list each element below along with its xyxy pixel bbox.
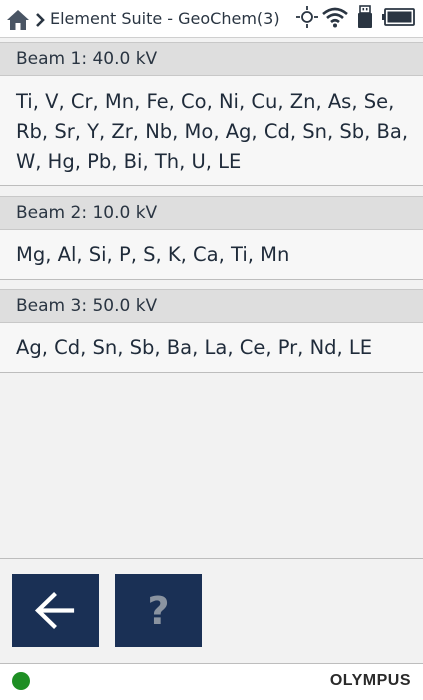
chevron-right-icon (36, 13, 45, 27)
svg-text:?: ? (147, 589, 169, 633)
home-icon[interactable] (6, 9, 30, 31)
footer-bar: OLYMPUS (0, 663, 423, 700)
help-question-icon: ? (147, 589, 169, 633)
help-button[interactable]: ? (115, 574, 202, 647)
beam-1-header: Beam 1: 40.0 kV (0, 42, 423, 76)
battery-icon (382, 8, 415, 26)
breadcrumb-title: Element Suite - GeoChem(3) (50, 9, 280, 28)
top-bar: Element Suite - GeoChem(3) (0, 0, 423, 38)
wifi-icon (322, 7, 348, 28)
back-button[interactable] (12, 574, 99, 647)
beam-1-elements: Ti, V, Cr, Mn, Fe, Co, Ni, Cu, Zn, As, S… (0, 76, 423, 186)
arrow-left-icon (34, 592, 75, 629)
beam-3-header: Beam 3: 50.0 kV (0, 289, 423, 323)
status-indicator (12, 672, 30, 690)
brand-logo: OLYMPUS (329, 672, 411, 689)
usb-icon (358, 5, 372, 28)
sun-icon (296, 6, 318, 28)
button-bar: ? (0, 558, 423, 663)
beam-3-elements: Ag, Cd, Sn, Sb, Ba, La, Ce, Pr, Nd, LE (0, 323, 423, 373)
beam-2-header: Beam 2: 10.0 kV (0, 196, 423, 230)
beam-2-elements: Mg, Al, Si, P, S, K, Ca, Ti, Mn (0, 230, 423, 280)
